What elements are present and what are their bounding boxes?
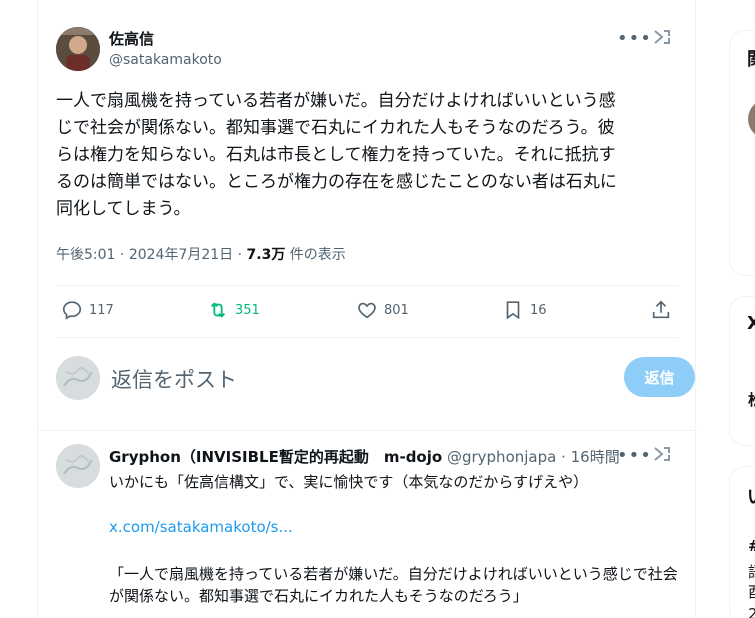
sidebar-card-title: い <box>747 483 755 509</box>
sidebar-card: 関 <box>729 30 755 276</box>
share-button[interactable] <box>650 299 678 321</box>
sidebar-line[interactable]: # <box>748 537 755 555</box>
divider <box>56 285 678 286</box>
author-handle[interactable]: @satakamakoto <box>109 52 222 68</box>
tweet-text: 一人で扇風機を持っている若者が嫌いだ。自分だけよければいいという感 じで社会が関… <box>56 91 617 219</box>
reply-quote: 「一人で扇風機を持っている若者が嫌いだ。自分だけよければいいという感じで社会が関… <box>109 565 678 605</box>
like-count: 801 <box>384 302 409 318</box>
sidebar-card-title: X <box>747 313 755 334</box>
more-icon[interactable]: ••• <box>617 28 652 49</box>
section-divider <box>38 430 697 431</box>
reply-submit-button[interactable]: 返信 <box>624 357 695 397</box>
reply-button[interactable]: 117 <box>61 299 114 321</box>
bookmark-button[interactable]: 16 <box>502 299 547 321</box>
sidebar-line[interactable]: 酉 <box>748 581 755 602</box>
sidebar-line[interactable]: 2 <box>748 605 755 618</box>
bookmark-count: 16 <box>530 302 547 318</box>
tweet-date[interactable]: 2024年7月21日 <box>129 247 233 263</box>
grok-icon[interactable] <box>652 27 672 47</box>
meta-sep: · <box>233 247 247 263</box>
reply-input[interactable]: 返信をポスト <box>111 364 237 394</box>
reply-author-name[interactable]: Gryphon（INVISIBLE暫定的再起動 m-dojo <box>109 448 442 466</box>
sidebar-card-title: 関 <box>747 45 755 71</box>
share-icon <box>652 300 670 319</box>
author-name[interactable]: 佐高信 <box>109 28 154 49</box>
reply-icon <box>62 301 82 320</box>
like-icon <box>358 302 376 319</box>
sidebar-card: X 松 <box>729 296 755 446</box>
retweet-button[interactable]: 351 <box>207 299 260 321</box>
author-avatar[interactable] <box>56 27 100 71</box>
divider <box>56 337 678 338</box>
reply-link[interactable]: x.com/satakamakoto/s... <box>109 518 293 536</box>
bookmark-icon <box>506 301 520 320</box>
views-count[interactable]: 7.3万 <box>247 247 286 263</box>
more-icon[interactable]: ••• <box>617 445 652 466</box>
reply-author-handle[interactable]: @gryphonjapa <box>447 448 556 466</box>
action-bar: 117 351 801 16 <box>56 296 678 326</box>
retweet-icon <box>210 302 226 318</box>
views-label: 件の表示 <box>289 247 346 263</box>
timeline-column: 佐高信 @satakamakoto ••• 一人で扇風機を持っている若者が嫌いだ… <box>37 0 697 618</box>
like-button[interactable]: 801 <box>356 299 409 321</box>
retweet-count: 351 <box>235 302 260 318</box>
user-avatar[interactable] <box>56 356 100 400</box>
meta-sep: · <box>115 247 129 263</box>
sidebar-line[interactable]: 松 <box>748 389 755 410</box>
reply-text: いかにも「佐高信構文」で、実に愉快です（本気なのだからすげえや） <box>109 473 589 491</box>
sidebar-card: い # 語 酉 2 <box>729 466 755 618</box>
avatar[interactable] <box>748 99 755 139</box>
reply-count: 117 <box>89 302 114 318</box>
grok-icon[interactable] <box>652 444 672 464</box>
reply-header: Gryphon（INVISIBLE暫定的再起動 m-dojo @gryphonj… <box>109 446 619 468</box>
tweet-meta: 午後5:01 · 2024年7月21日 · 7.3万 件の表示 <box>56 244 346 264</box>
tweet-time[interactable]: 午後5:01 <box>56 247 115 263</box>
reply-author-avatar[interactable] <box>56 444 100 488</box>
reply-time[interactable]: · 16時間 <box>556 448 619 466</box>
sidebar-line[interactable]: 語 <box>748 561 755 582</box>
